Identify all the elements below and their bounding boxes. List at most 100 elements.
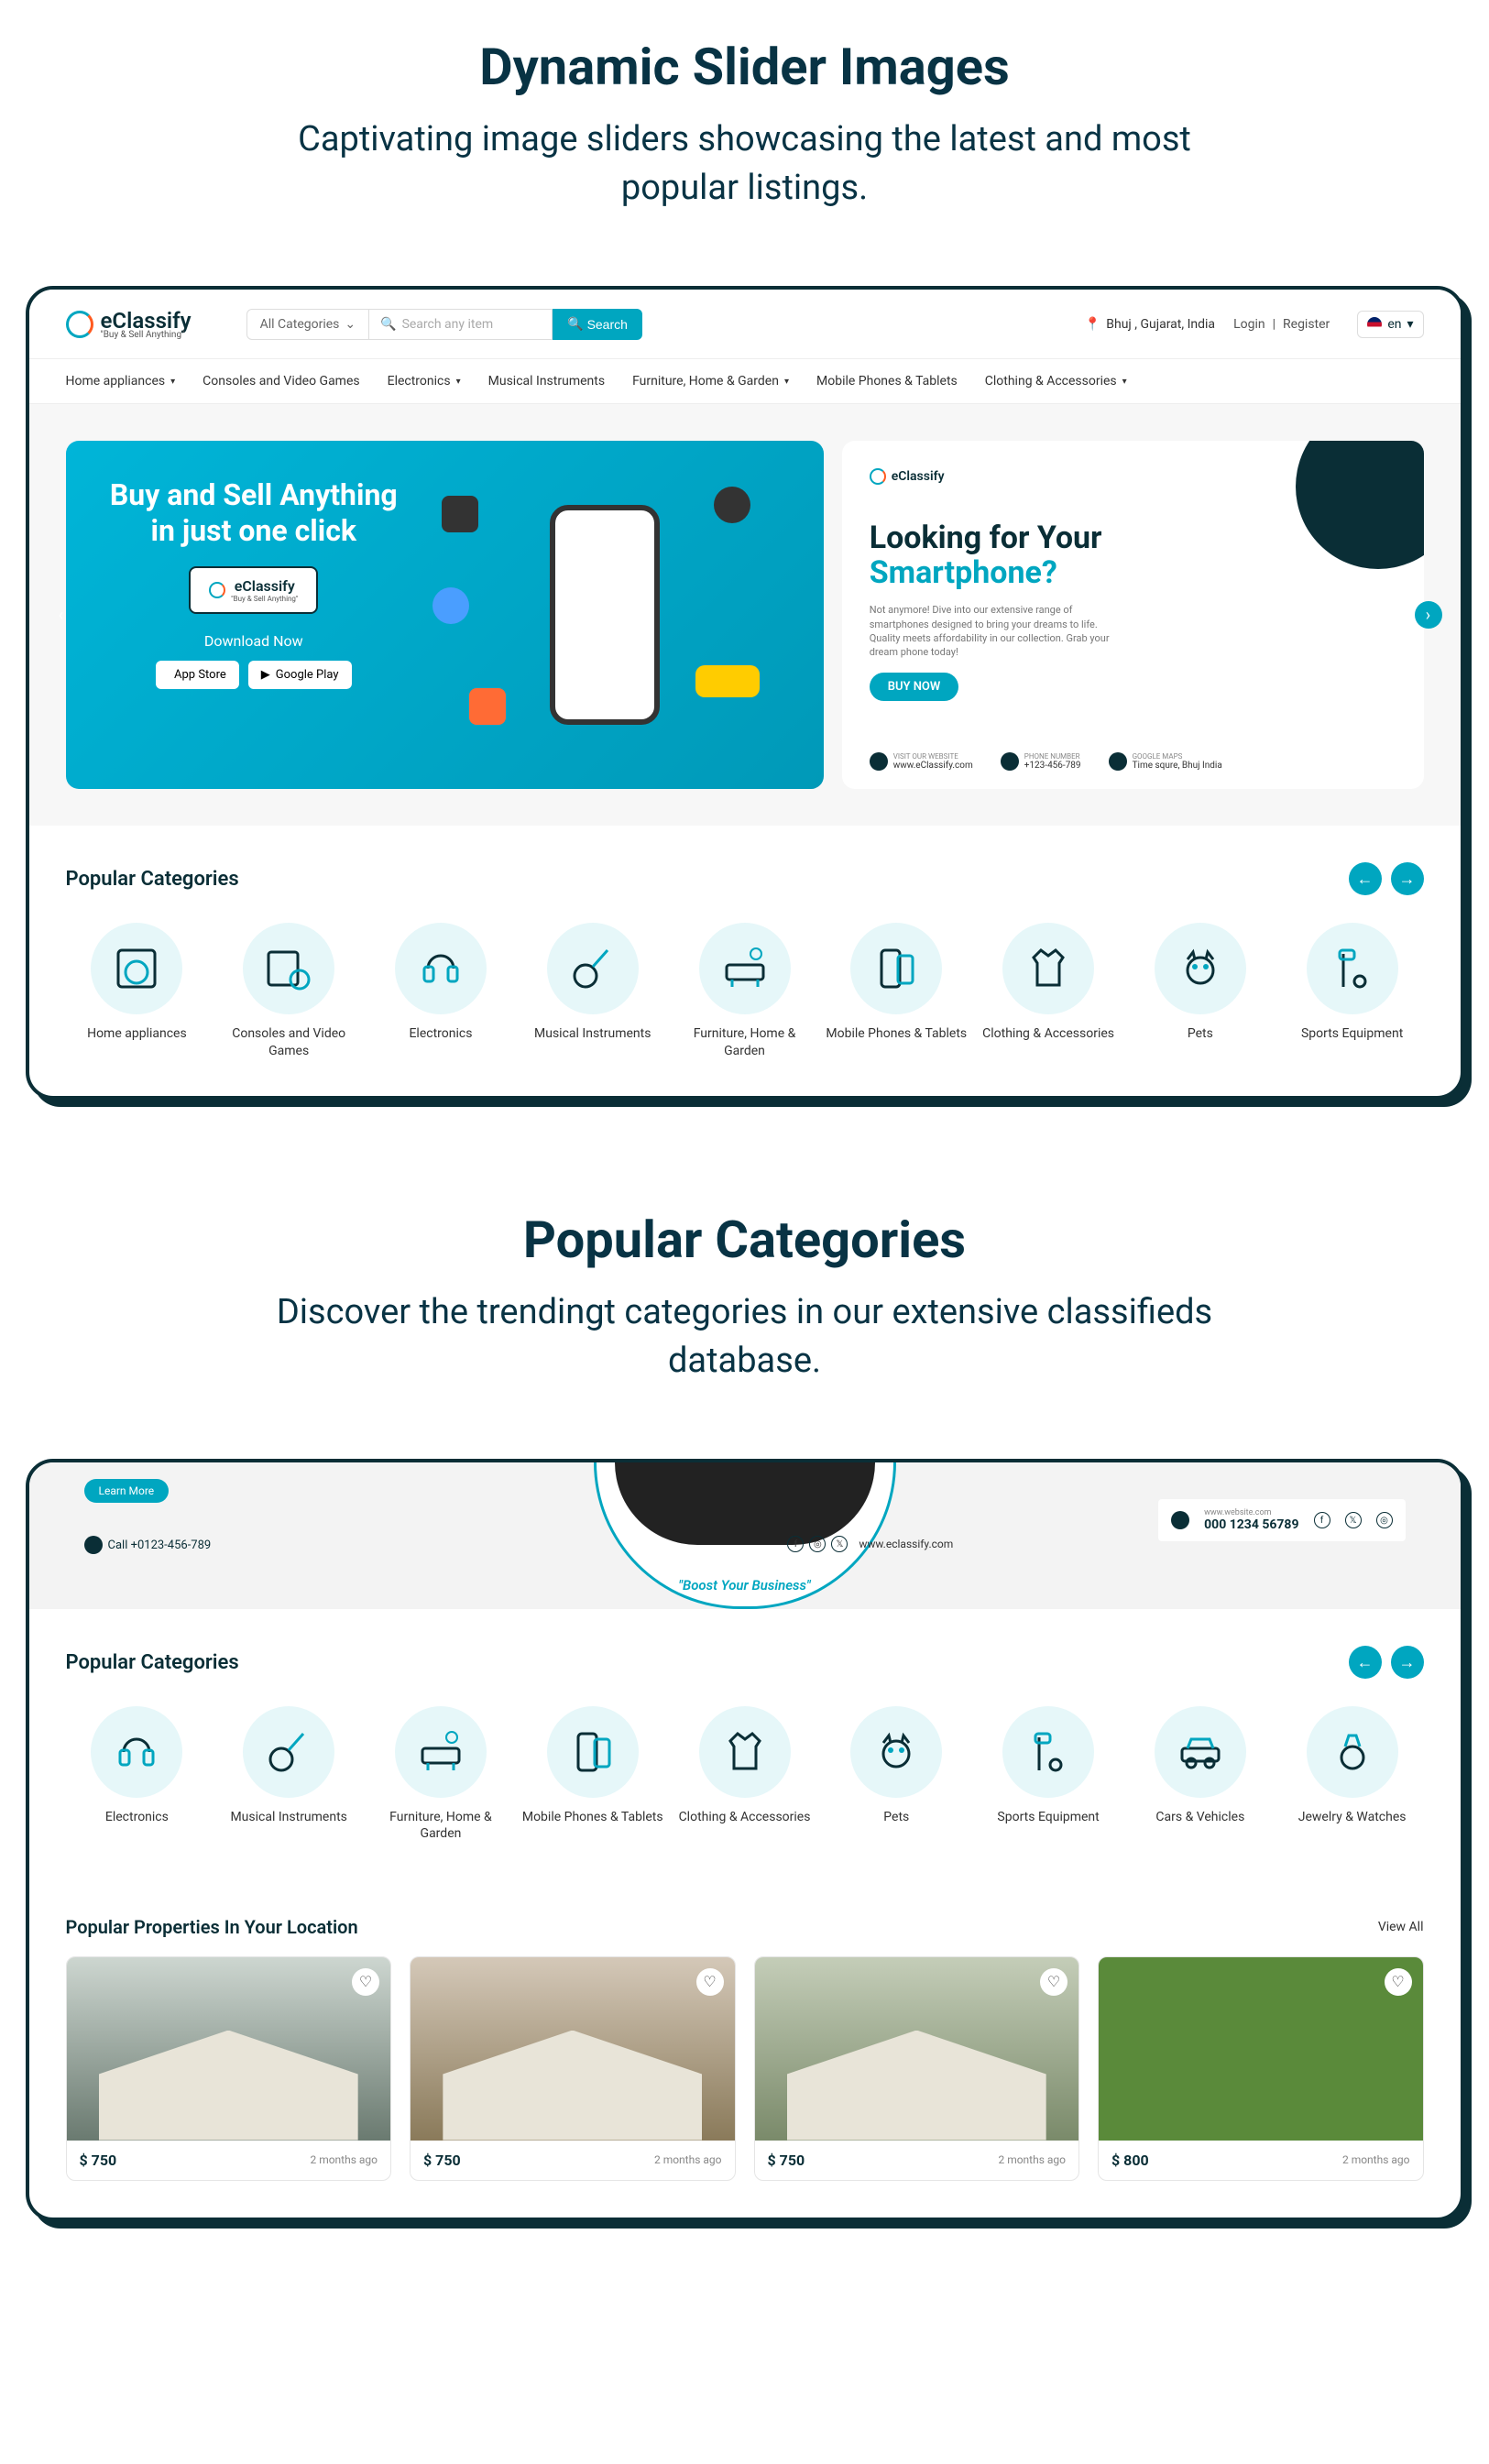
facebook-icon[interactable]: f <box>787 1536 804 1552</box>
category-label: Sports Equipment <box>1281 1025 1424 1042</box>
buy-now-button[interactable]: BUY NOW <box>870 673 959 701</box>
language-switcher[interactable]: en ▾ <box>1357 311 1423 338</box>
favorite-button[interactable]: ♡ <box>1385 1968 1412 1996</box>
heart-icon: ♡ <box>703 1973 716 1990</box>
search-button[interactable]: 🔍 Search <box>553 309 642 340</box>
category-item[interactable]: Musical Instruments <box>217 1706 360 1842</box>
category-icon <box>567 943 619 994</box>
category-icon <box>567 1726 619 1778</box>
category-label: Clothing & Accessories <box>673 1809 816 1825</box>
appstore-button[interactable]: App Store <box>156 661 239 689</box>
favorite-button[interactable]: ♡ <box>1040 1968 1067 1996</box>
slider-next-button[interactable]: › <box>1415 601 1442 629</box>
category-item[interactable]: Mobile Phones & Tablets <box>825 923 968 1058</box>
category-icon <box>415 1726 466 1778</box>
category-label: Pets <box>825 1809 968 1825</box>
category-item[interactable]: Consoles and Video Games <box>217 923 360 1058</box>
category-icon <box>719 1726 771 1778</box>
nav-item[interactable]: Home appliances <box>66 374 176 389</box>
brand-tagline: "Buy & Sell Anything" <box>101 330 192 340</box>
property-time: 2 months ago <box>1342 2153 1410 2166</box>
twitter-icon[interactable]: 𝕏 <box>1345 1512 1362 1528</box>
search-icon: 🔍 <box>380 317 396 332</box>
category-label: Clothing & Accessories <box>977 1025 1120 1042</box>
backpack-icon <box>432 587 469 624</box>
property-card[interactable]: ♡$ 7502 months ago <box>754 1956 1080 2181</box>
category-item[interactable]: Pets <box>1129 923 1272 1058</box>
slide-title: Buy and Sell Anything in just one click <box>103 477 406 548</box>
nav-item[interactable]: Consoles and Video Games <box>203 374 359 389</box>
categories-next-button[interactable]: → <box>1391 862 1424 895</box>
view-all-link[interactable]: View All <box>1378 1920 1424 1934</box>
category-icon <box>263 1726 314 1778</box>
search-input[interactable]: 🔍 Search any item <box>369 309 553 340</box>
category-item[interactable]: Sports Equipment <box>977 1706 1120 1842</box>
categories-prev-button[interactable]: ← <box>1349 862 1382 895</box>
category-item[interactable]: Electronics <box>369 923 512 1058</box>
learn-more-button[interactable]: Learn More <box>84 1479 170 1503</box>
favorite-button[interactable]: ♡ <box>696 1968 724 1996</box>
house-shape-icon <box>443 2031 702 2141</box>
location-selector[interactable]: 📍 Bhuj , Gujarat, India <box>1085 317 1215 332</box>
favorite-button[interactable]: ♡ <box>352 1968 379 1996</box>
nav-item[interactable]: Musical Instruments <box>488 374 605 389</box>
property-card[interactable]: ♡$ 8002 months ago <box>1098 1956 1424 2181</box>
brand-logo[interactable]: eClassify "Buy & Sell Anything" <box>66 308 192 340</box>
slide-card-1[interactable]: Buy and Sell Anything in just one click … <box>66 441 824 789</box>
category-item[interactable]: Home appliances <box>66 923 209 1058</box>
category-label: Pets <box>1129 1025 1272 1042</box>
nav-item[interactable]: Furniture, Home & Garden <box>632 374 789 389</box>
category-item[interactable]: Clothing & Accessories <box>673 1706 816 1842</box>
category-item[interactable]: Jewelry & Watches <box>1281 1706 1424 1842</box>
category-dropdown[interactable]: All Categories ⌄ <box>246 309 370 340</box>
slide-card-2[interactable]: eClassify Looking for Your Smartphone? N… <box>842 441 1424 789</box>
category-icon <box>111 943 162 994</box>
download-label: Download Now <box>103 632 406 650</box>
house-shape-icon <box>99 2031 358 2141</box>
category-label: Furniture, Home & Garden <box>673 1025 816 1058</box>
logo-icon <box>870 468 886 485</box>
pin-icon: 📍 <box>1085 317 1100 332</box>
property-price: $ 750 <box>80 2152 117 2169</box>
category-item[interactable]: Musical Instruments <box>521 923 664 1058</box>
facebook-icon[interactable]: f <box>1314 1512 1330 1528</box>
category-item[interactable]: Clothing & Accessories <box>977 923 1120 1058</box>
categories-next-button[interactable]: → <box>1391 1646 1424 1679</box>
category-item[interactable]: Furniture, Home & Garden <box>673 923 816 1058</box>
login-link[interactable]: Login <box>1233 317 1265 332</box>
property-time: 2 months ago <box>654 2153 722 2166</box>
property-card[interactable]: ♡$ 7502 months ago <box>410 1956 736 2181</box>
category-label: Musical Instruments <box>521 1025 664 1042</box>
category-icon-wrap <box>91 1706 182 1798</box>
register-link[interactable]: Register <box>1283 317 1330 332</box>
nav-item[interactable]: Electronics <box>388 374 461 389</box>
nav-item[interactable]: Clothing & Accessories <box>985 374 1127 389</box>
house-icon <box>469 688 506 725</box>
category-item[interactable]: Pets <box>825 1706 968 1842</box>
googleplay-button[interactable]: ▶ Google Play <box>248 661 352 689</box>
nav-item[interactable]: Mobile Phones & Tablets <box>816 374 958 389</box>
category-item[interactable]: Electronics <box>66 1706 209 1842</box>
property-card[interactable]: ♡$ 7502 months ago <box>66 1956 392 2181</box>
instagram-icon[interactable]: ◎ <box>809 1536 826 1552</box>
category-item[interactable]: Furniture, Home & Garden <box>369 1706 512 1842</box>
category-label: Consoles and Video Games <box>217 1025 360 1058</box>
search-icon: 🔍 <box>567 316 583 332</box>
phone-icon <box>84 1536 103 1554</box>
category-item[interactable]: Sports Equipment <box>1281 923 1424 1058</box>
category-item[interactable]: Mobile Phones & Tablets <box>521 1706 664 1842</box>
globe-icon <box>870 752 888 771</box>
screenshot-frame-1: eClassify "Buy & Sell Anything" All Cate… <box>26 286 1464 1099</box>
social-links: f ◎ 𝕏 www.eclassify.com <box>787 1536 953 1552</box>
category-item[interactable]: Cars & Vehicles <box>1129 1706 1272 1842</box>
category-icon <box>1023 1726 1074 1778</box>
category-label: Mobile Phones & Tablets <box>825 1025 968 1042</box>
instagram-icon[interactable]: ◎ <box>1376 1512 1393 1528</box>
categories-prev-button[interactable]: ← <box>1349 1646 1382 1679</box>
category-icon <box>1175 1726 1226 1778</box>
category-label: Sports Equipment <box>977 1809 1120 1825</box>
category-icon-wrap <box>699 923 791 1014</box>
slider-prev-button[interactable]: ‹ <box>48 601 75 629</box>
twitter-icon[interactable]: 𝕏 <box>831 1536 848 1552</box>
topbar: eClassify "Buy & Sell Anything" All Cate… <box>29 290 1461 358</box>
